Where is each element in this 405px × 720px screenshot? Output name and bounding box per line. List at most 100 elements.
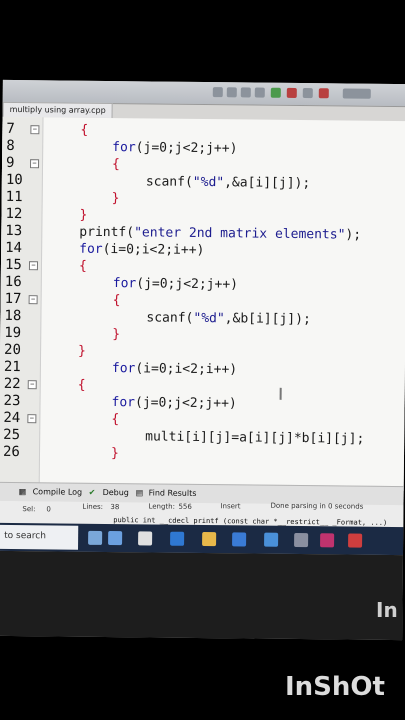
fold-toggle-icon[interactable]: − (28, 295, 38, 305)
toolbar-button-icon[interactable] (240, 87, 251, 98)
line-number: 21 (3, 358, 21, 376)
length-value: 556 (178, 502, 192, 511)
tab-find-results[interactable]: Find Results (149, 488, 197, 498)
fold-toggle-icon[interactable]: − (29, 159, 40, 169)
code-token: } (111, 191, 120, 207)
code-text: { (79, 258, 87, 275)
code-token: } (110, 446, 119, 462)
toolbar-button-icon[interactable] (254, 87, 265, 98)
line-number: 26 (2, 443, 20, 461)
code-token: for (112, 276, 137, 292)
status-message: Done parsing in 0 seconds (270, 501, 364, 511)
toolbar-button-icon[interactable] (226, 87, 237, 98)
code-token: { (77, 377, 86, 393)
taskbar-search[interactable]: to search (0, 524, 79, 550)
insert-mode: Insert (220, 502, 241, 511)
debug-check-icon: ✔ (88, 487, 96, 497)
code-token: for (111, 395, 136, 411)
code-text: { (111, 411, 119, 428)
code-editor[interactable]: 7−{8 for(j=0;j<2;j++) 9−{10 scanf("%d",&a[i… (0, 116, 405, 492)
tab-debug[interactable]: Debug (103, 488, 129, 497)
compile-icon[interactable] (270, 87, 281, 98)
code-line[interactable]: 26} (0, 444, 404, 465)
code-token: (i=0;i<2;i++) (102, 241, 205, 259)
line-number: 12 (5, 205, 23, 223)
line-number: 20 (4, 341, 22, 359)
line-number: 14 (5, 239, 23, 257)
code-token: multi[i][j]=a[i][j]*b[i][j]; (145, 429, 365, 447)
line-number: 7 (6, 120, 15, 138)
app-icon[interactable] (88, 530, 103, 545)
lines-label: Lines: (82, 502, 104, 511)
fold-toggle-icon[interactable]: − (28, 261, 39, 271)
code-text: } (111, 445, 119, 462)
mouse-cursor (279, 387, 282, 400)
code-token: "enter 2nd matrix elements" (134, 225, 346, 243)
line-number: 23 (3, 392, 21, 410)
fold-toggle-icon[interactable]: − (27, 414, 37, 424)
code-token: ); (345, 227, 362, 243)
sel-value: 0 (46, 505, 51, 514)
toolbar-button-icon[interactable] (212, 87, 223, 98)
code-text: { (113, 292, 121, 309)
code-text: { (80, 122, 88, 139)
code-token: (i=0;i<2;i++) (135, 361, 238, 378)
code-token: { (80, 122, 89, 138)
code-token: ,&a[i][j]); (224, 175, 311, 192)
line-number: 25 (3, 426, 21, 444)
code-token: } (78, 343, 86, 359)
code-text: } (112, 190, 120, 207)
code-token: (j=0;j<2;j++) (135, 140, 238, 157)
toolbar-button-icon[interactable] (302, 88, 313, 99)
code-text: } (79, 207, 87, 224)
task-view-icon[interactable] (138, 531, 153, 546)
fold-toggle-icon[interactable]: − (27, 380, 37, 390)
find-results-icon: ▤ (135, 488, 144, 498)
code-text: } (78, 343, 86, 360)
code-text: for(j=0;j<2;j++) (112, 139, 237, 157)
debug-icon[interactable] (318, 88, 329, 99)
sel-label: Sel: (22, 505, 36, 514)
word-icon[interactable] (320, 533, 335, 548)
line-number: 9 (5, 154, 15, 172)
toolbar-dropdown[interactable] (342, 88, 371, 99)
app-icon[interactable] (108, 531, 123, 546)
code-token: { (111, 157, 120, 173)
tab-compile-log[interactable]: Compile Log (33, 487, 83, 497)
line-number: 11 (5, 188, 23, 206)
code-text: } (112, 326, 120, 343)
length-label: Length: (148, 502, 176, 511)
lines-value: 38 (110, 503, 120, 512)
line-number: 24 (3, 409, 21, 427)
fold-toggle-icon[interactable]: − (30, 125, 40, 135)
app-icon[interactable] (294, 532, 309, 548)
code-text: for(j=0;j<2;j++) (113, 275, 238, 293)
search-placeholder: to search (4, 530, 46, 542)
code-text: scanf("%d",&b[i][j]); (146, 309, 311, 328)
code-token: { (112, 293, 121, 309)
line-number: 10 (5, 171, 23, 189)
line-number: 17 (4, 290, 22, 308)
inshot-watermark: InShOt (285, 672, 385, 702)
app-icon[interactable] (348, 533, 363, 548)
mail-icon[interactable] (264, 532, 279, 547)
code-token: (j=0;j<2;j++) (136, 276, 239, 293)
monitor-photo: multiply using array.cpp 7−{8 for(j=0;j<2… (0, 79, 405, 641)
file-explorer-icon[interactable] (202, 532, 217, 547)
code-token: for (79, 241, 103, 257)
code-text: { (112, 156, 120, 173)
stop-icon[interactable] (286, 87, 297, 98)
edge-icon[interactable] (170, 531, 185, 546)
line-number: 13 (5, 222, 23, 240)
store-icon[interactable] (232, 532, 247, 547)
code-token: printf( (79, 224, 135, 241)
code-text: for(i=0;i<2;i++) (79, 241, 204, 259)
line-number: 16 (4, 273, 22, 291)
line-number: 19 (4, 324, 22, 342)
code-token: scanf( (145, 174, 193, 190)
file-tab[interactable]: multiply using array.cpp (2, 101, 113, 119)
code-token: } (112, 327, 121, 343)
code-text: for(j=0;j<2;j++) (111, 394, 236, 412)
code-token: scanf( (146, 310, 194, 326)
code-token: "%d" (192, 174, 225, 191)
